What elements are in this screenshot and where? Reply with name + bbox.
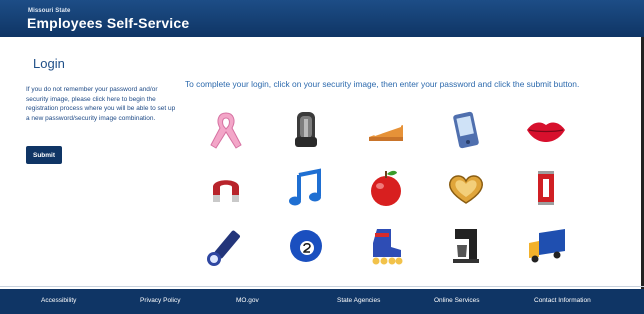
pda-device-icon <box>453 111 479 149</box>
pie-slice-icon <box>369 124 403 141</box>
site-header: Missouri State Employees Self-Service <box>0 0 644 37</box>
security-image-pie[interactable] <box>360 106 412 154</box>
security-image-coffee-maker[interactable] <box>440 222 492 270</box>
security-image-grid <box>200 106 580 272</box>
footer-link-state-agencies[interactable]: State Agencies <box>337 297 380 304</box>
music-note-icon <box>289 168 321 206</box>
security-image-roller-skate[interactable] <box>360 222 412 270</box>
coffee-maker-icon <box>453 229 479 263</box>
brand-title: Employees Self-Service <box>27 15 190 31</box>
car-seat-icon <box>295 112 317 147</box>
brand-subtitle: Missouri State <box>28 8 71 14</box>
login-title: Login <box>33 56 65 71</box>
security-image-magnet[interactable] <box>200 164 252 212</box>
login-panel: Login If you do not remember your passwo… <box>26 56 176 123</box>
cola-can-icon <box>538 171 554 205</box>
click-here-link[interactable]: click here <box>92 96 119 103</box>
security-image-apple[interactable] <box>360 164 412 212</box>
security-image-billiard-ball[interactable] <box>280 222 332 270</box>
billiard-ball-icon <box>290 230 322 262</box>
submit-button[interactable]: Submit <box>26 146 62 164</box>
security-image-flashlight[interactable] <box>200 222 252 270</box>
security-image-pda[interactable] <box>440 106 492 154</box>
help-text: If you do not remember your password and… <box>26 85 176 123</box>
security-image-lips[interactable] <box>520 106 572 154</box>
footer-link-privacy-policy[interactable]: Privacy Policy <box>140 297 180 304</box>
security-image-car-seat[interactable] <box>280 106 332 154</box>
security-image-cola[interactable] <box>520 164 572 212</box>
delivery-truck-icon <box>529 229 565 263</box>
footer-link-online-services[interactable]: Online Services <box>434 297 480 304</box>
heart-icon <box>449 175 483 204</box>
security-image-truck[interactable] <box>520 222 572 270</box>
horseshoe-magnet-icon <box>213 180 239 202</box>
security-image-heart[interactable] <box>440 164 492 212</box>
awareness-ribbon-icon <box>210 112 242 149</box>
apple-icon <box>371 170 401 206</box>
security-image-ribbon[interactable] <box>200 106 252 154</box>
footer-divider <box>0 286 644 287</box>
footer-link-mo-gov[interactable]: MO.gov <box>236 297 259 304</box>
lips-icon <box>527 122 565 142</box>
site-footer: Accessibility Privacy Policy MO.gov Stat… <box>0 289 644 314</box>
footer-link-contact-information[interactable]: Contact Information <box>534 297 591 304</box>
flashlight-icon <box>207 230 240 266</box>
roller-skate-icon <box>372 229 403 265</box>
security-image-music-note[interactable] <box>280 164 332 212</box>
instructions-text: To complete your login, click on your se… <box>185 79 580 89</box>
footer-link-accessibility[interactable]: Accessibility <box>41 297 76 304</box>
